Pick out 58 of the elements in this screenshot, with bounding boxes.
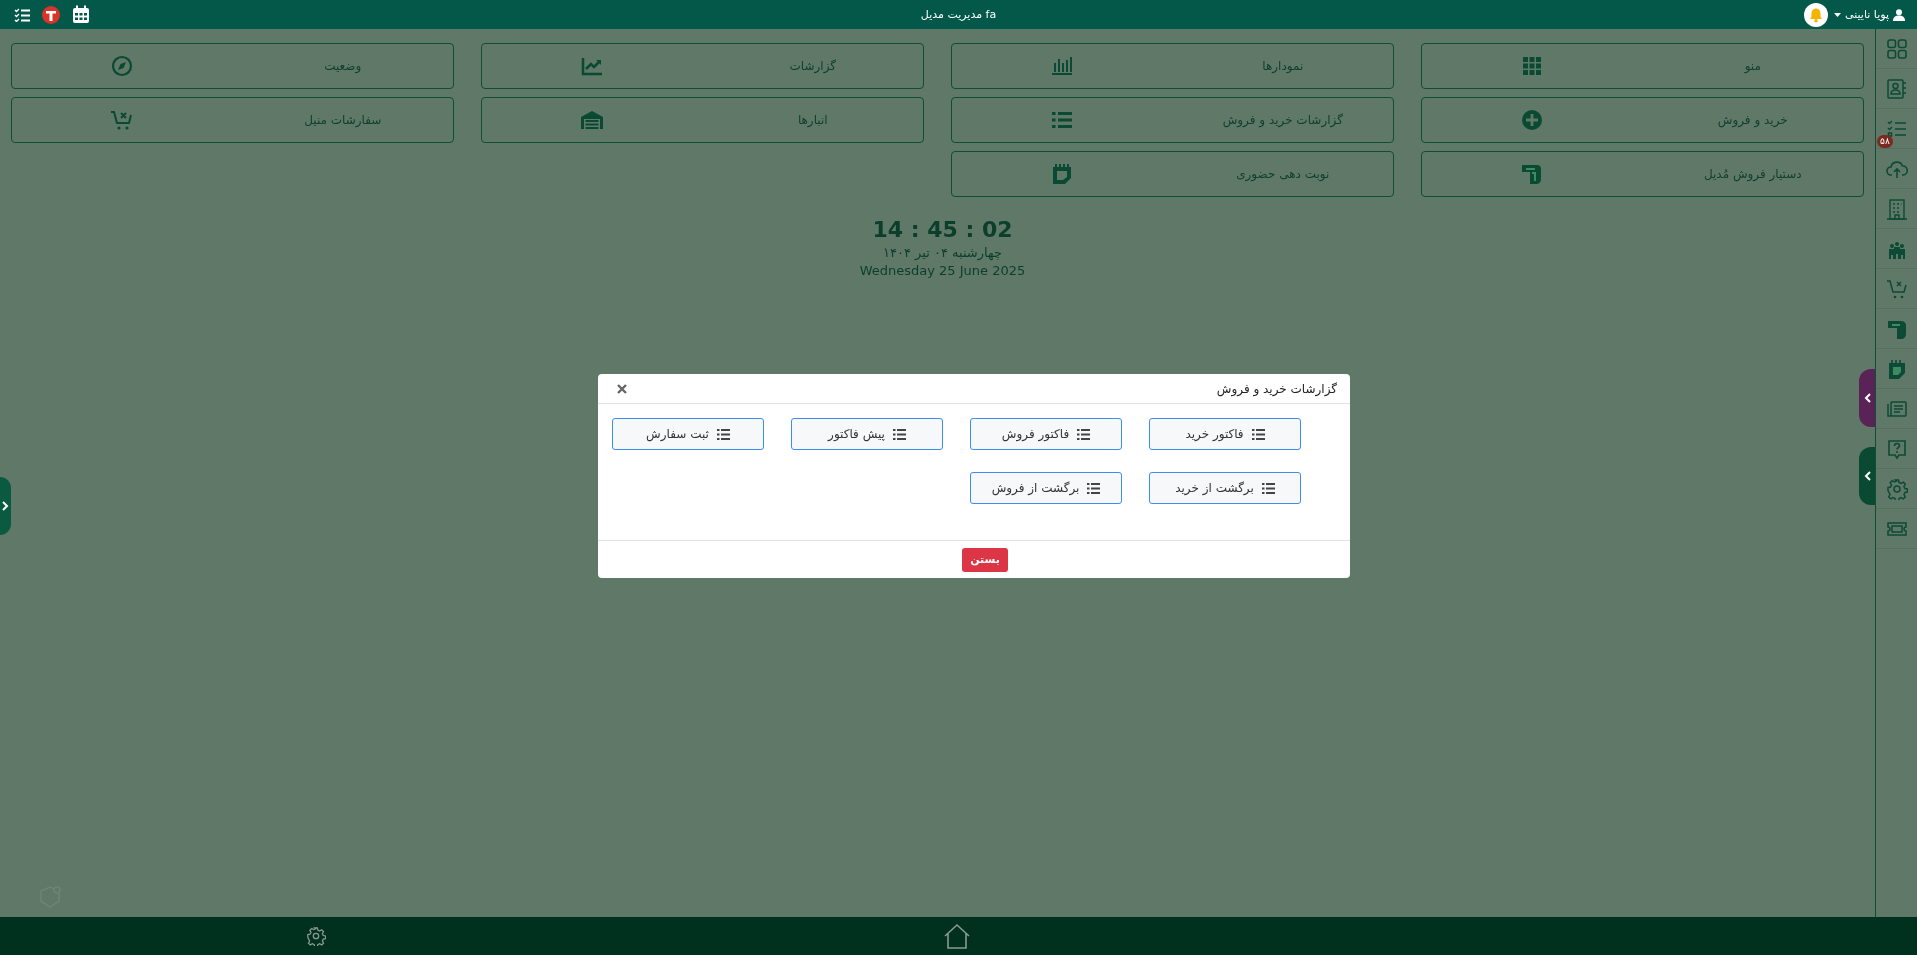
menu-tile[interactable]: خرید و فروش xyxy=(1421,97,1864,143)
list-icon xyxy=(1087,482,1101,494)
expand-panel-tab[interactable] xyxy=(0,477,11,535)
collapse-panel-tab[interactable] xyxy=(1859,447,1875,505)
menu-tile[interactable]: گزارشات xyxy=(481,43,924,89)
menu-tile[interactable]: منو xyxy=(1421,43,1864,89)
collapse-panel-tab[interactable] xyxy=(1859,369,1875,427)
menu-tile[interactable]: نمودارها xyxy=(951,43,1394,89)
persian-date: چهارشنبه ۰۴ تیر ۱۴۰۴ xyxy=(883,245,1002,260)
list-icon xyxy=(1077,428,1091,440)
report-button[interactable]: فاکتور فروش xyxy=(970,418,1122,450)
caret-icon xyxy=(1834,12,1842,17)
apps-icon xyxy=(1885,37,1908,60)
home-icon[interactable] xyxy=(943,923,971,949)
close-icon[interactable] xyxy=(617,383,627,394)
report-button[interactable]: پیش فاکتور xyxy=(791,418,943,450)
cart-icon xyxy=(110,108,135,132)
notification-bell-icon[interactable] xyxy=(1804,2,1829,27)
gregorian-date: Wednesday 25 June 2025 xyxy=(859,263,1026,278)
menu-tile[interactable]: دستیار فروش مُدیل xyxy=(1421,151,1864,197)
settings-icon xyxy=(1885,477,1908,500)
bar-chart-icon xyxy=(1050,54,1075,78)
report-button[interactable]: ثبت سفارش xyxy=(612,418,764,450)
close-button[interactable]: بستن xyxy=(962,547,1008,572)
list-icon xyxy=(1251,428,1265,440)
menu-tile[interactable]: گزارشات خرید و فروش xyxy=(951,97,1394,143)
count-badge: ۵۸ xyxy=(1877,135,1893,148)
report-button[interactable]: فاکتور خرید xyxy=(1149,418,1301,450)
modal-title: گزارشات خرید و فروش xyxy=(1216,381,1337,396)
chevron-left-icon xyxy=(1863,471,1871,481)
report-button[interactable]: برگشت از فروش xyxy=(970,472,1122,504)
cart-icon xyxy=(1885,277,1908,300)
calendar-icon[interactable] xyxy=(72,5,90,24)
menu-tile[interactable]: سفارشات منیل xyxy=(11,97,454,143)
settings-icon[interactable] xyxy=(306,926,326,946)
plus-icon xyxy=(1520,108,1545,132)
clock-time: 14 : 45 : 02 xyxy=(872,217,1013,242)
warehouse-icon xyxy=(580,108,605,132)
logo-icon[interactable] xyxy=(42,5,60,24)
chevron-right-icon xyxy=(2,501,9,511)
checklist-icon xyxy=(1885,117,1908,140)
compass-icon xyxy=(110,54,135,78)
report-button[interactable]: برگشت از خرید xyxy=(1149,472,1301,504)
checklist-icon[interactable] xyxy=(14,7,30,22)
user-menu[interactable]: پویا نایینی xyxy=(1834,8,1905,21)
contact-card-icon xyxy=(1885,77,1908,100)
chevron-left-icon xyxy=(1863,393,1871,403)
list-icon xyxy=(1261,482,1275,494)
app-title: مدیریت مدیل fa xyxy=(920,8,997,21)
help-icon xyxy=(1885,437,1908,460)
user-icon xyxy=(1893,8,1905,21)
menu-tile[interactable]: انبارها xyxy=(481,97,924,143)
building-icon xyxy=(1885,197,1908,220)
list-icon xyxy=(716,428,730,440)
list-icon xyxy=(892,428,906,440)
sidebar-item[interactable]: ۵۸ xyxy=(1876,109,1917,149)
menu-tile[interactable]: وضعیت xyxy=(11,43,454,89)
menu-tile[interactable]: نوبت دهی حضوری xyxy=(951,151,1394,197)
